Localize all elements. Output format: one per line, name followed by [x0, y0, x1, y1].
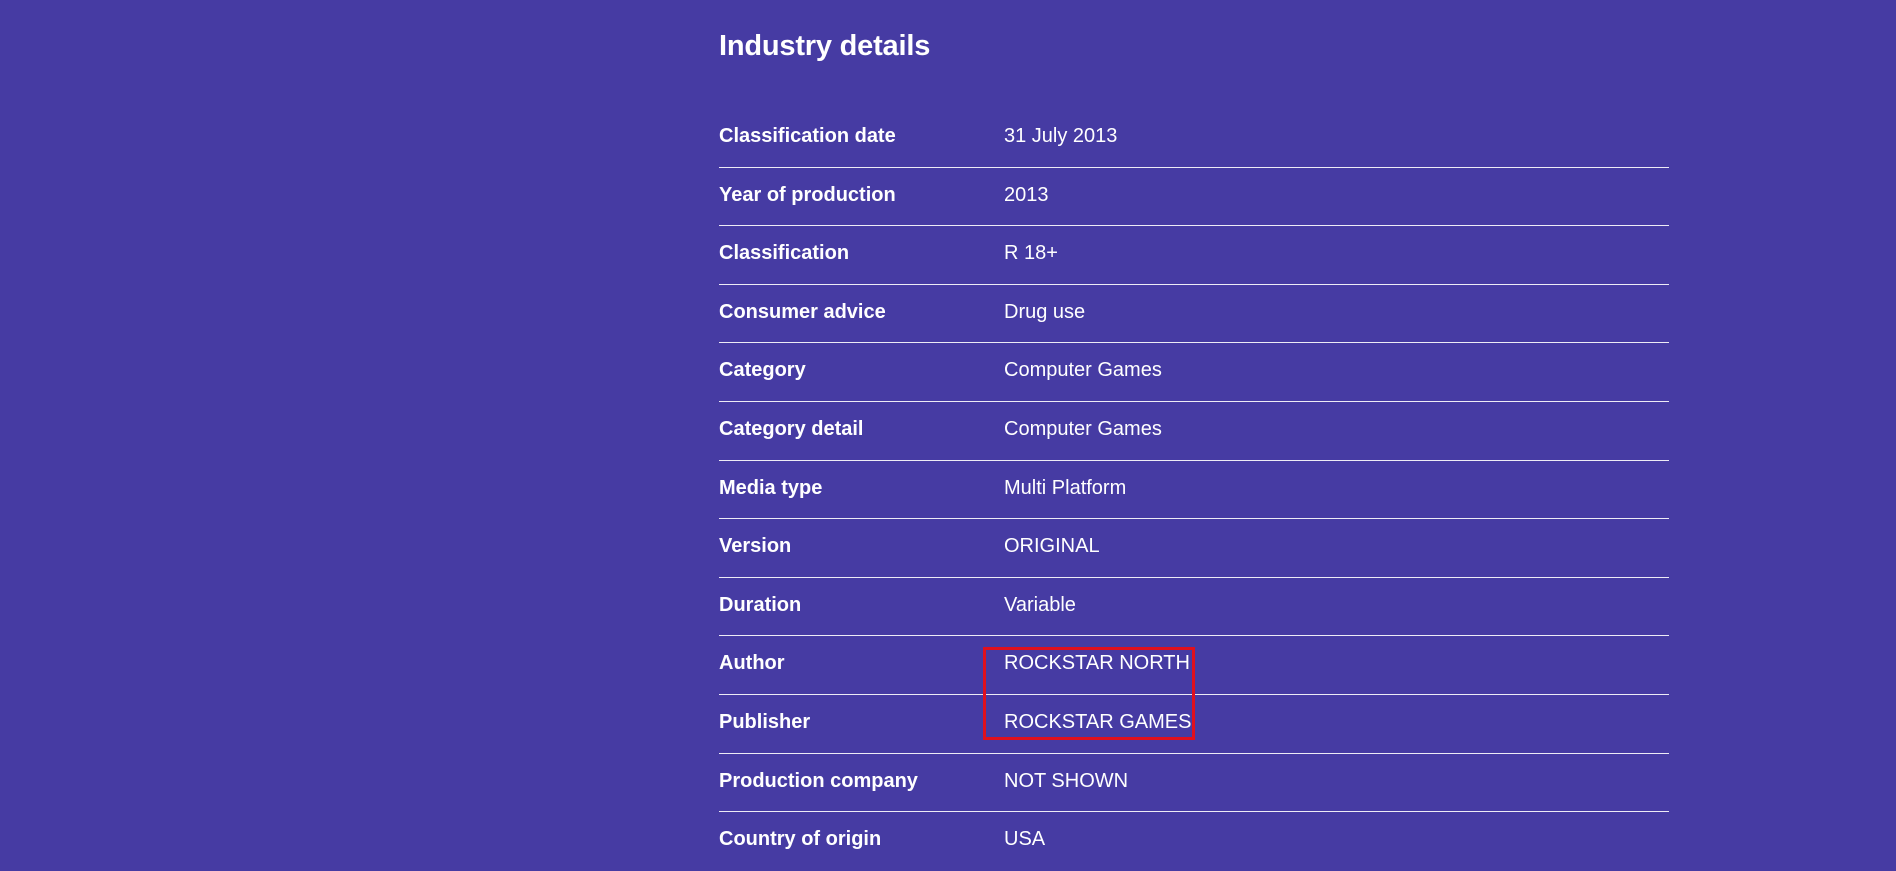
- detail-value: USA: [1004, 828, 1046, 851]
- detail-label: Year of production: [719, 183, 896, 206]
- detail-label: Country of origin: [719, 828, 882, 851]
- detail-row-production-company: Production company NOT SHOWN: [719, 754, 1669, 813]
- detail-label: Consumer advice: [719, 300, 886, 323]
- detail-value: NOT SHOWN: [1004, 769, 1129, 792]
- detail-row-year-of-production: Year of production 2013: [719, 168, 1669, 227]
- detail-row-classification-date: Classification date 31 July 2013: [719, 109, 1669, 168]
- detail-label: Classification date: [719, 125, 896, 147]
- detail-value: ROCKSTAR NORTH: [1004, 652, 1190, 675]
- detail-label: Category detail: [719, 417, 864, 440]
- detail-label: Classification: [719, 242, 850, 265]
- detail-row-classification: Classification R 18+: [719, 226, 1669, 285]
- detail-value: Variable: [1004, 593, 1076, 616]
- detail-row-consumer-advice: Consumer advice Drug use: [719, 285, 1669, 344]
- section-title: Industry details: [719, 30, 931, 62]
- detail-value: Multi Platform: [1004, 476, 1127, 499]
- detail-value: Computer Games: [1004, 417, 1162, 440]
- detail-row-media-type: Media type Multi Platform: [719, 461, 1669, 520]
- detail-row-version: Version ORIGINAL: [719, 519, 1669, 578]
- detail-label: Media type: [719, 476, 823, 499]
- detail-label: Publisher: [719, 710, 811, 733]
- detail-value: Computer Games: [1004, 359, 1162, 382]
- detail-label: Author: [719, 652, 785, 675]
- detail-value: 2013: [1004, 183, 1049, 206]
- detail-row-duration: Duration Variable: [719, 578, 1669, 637]
- detail-value: 31 July 2013: [1004, 125, 1118, 147]
- detail-label: Version: [719, 535, 792, 558]
- detail-row-country-of-origin: Country of origin USA: [719, 812, 1669, 871]
- detail-value: ROCKSTAR GAMES: [1004, 710, 1192, 733]
- detail-value: Drug use: [1004, 300, 1086, 323]
- details-table: Classification date 31 July 2013 Year of…: [719, 109, 1669, 871]
- detail-value: R 18+: [1004, 242, 1058, 265]
- detail-label: Category: [719, 359, 806, 382]
- detail-label: Production company: [719, 769, 918, 792]
- detail-row-category: Category Computer Games: [719, 343, 1669, 402]
- detail-label: Duration: [719, 593, 802, 616]
- detail-row-publisher: Publisher ROCKSTAR GAMES: [719, 695, 1669, 754]
- detail-value: ORIGINAL: [1004, 535, 1100, 558]
- detail-row-category-detail: Category detail Computer Games: [719, 402, 1669, 461]
- detail-row-author: Author ROCKSTAR NORTH: [719, 636, 1669, 695]
